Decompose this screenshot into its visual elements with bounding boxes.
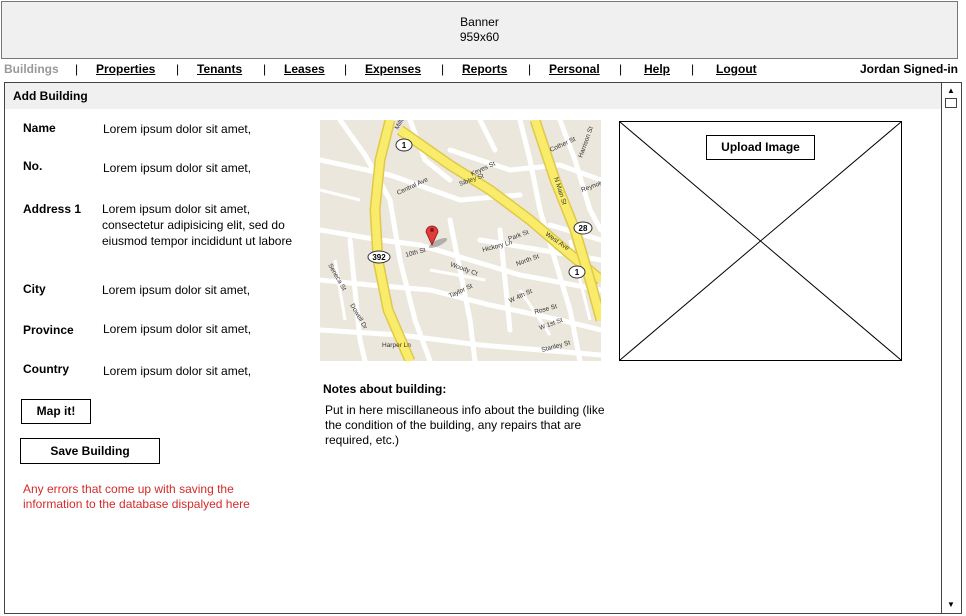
scroll-down-icon[interactable]: ▼: [944, 599, 958, 611]
nav-item-properties[interactable]: Properties: [96, 62, 155, 76]
nav-item-reports[interactable]: Reports: [462, 62, 507, 76]
signed-in-user: Jordan Signed-in: [859, 62, 958, 76]
nav-item-buildings[interactable]: Buildings: [4, 62, 59, 76]
number-label: No.: [23, 159, 43, 173]
panel-title: Add Building: [5, 83, 941, 109]
province-label: Province: [23, 323, 74, 337]
banner-size: 959x60: [459, 30, 500, 44]
nav-item-leases[interactable]: Leases: [284, 62, 325, 76]
nav-separator: |: [691, 62, 695, 76]
country-value[interactable]: Lorem ipsum dolor sit amet,: [103, 363, 308, 379]
nav-separator: |: [528, 62, 532, 76]
nav-item-tenants[interactable]: Tenants: [197, 62, 242, 76]
street-map-graphic: 1 28 392 1 Miller Ave Central Ave Sibley…: [320, 120, 601, 361]
banner: Banner 959x60: [1, 1, 958, 59]
route-badge: 28: [579, 224, 588, 233]
nav-item-personal[interactable]: Personal: [549, 62, 600, 76]
nav-separator: |: [344, 62, 348, 76]
notes-text[interactable]: Put in here miscillaneous info about the…: [325, 403, 605, 448]
nav-separator: |: [441, 62, 445, 76]
location-map[interactable]: 1 28 392 1 Miller Ave Central Ave Sibley…: [320, 120, 601, 361]
route-badge: 392: [372, 253, 386, 262]
nav-separator: |: [619, 62, 623, 76]
nav-item-expenses[interactable]: Expenses: [365, 62, 421, 76]
nav-item-logout[interactable]: Logout: [716, 62, 757, 76]
map-it-button[interactable]: Map it!: [21, 399, 91, 424]
banner-title: Banner: [460, 15, 499, 29]
nav-separator: |: [75, 62, 79, 76]
province-value[interactable]: Lorem ipsum dolor sit amet,: [103, 321, 308, 337]
nav-item-help[interactable]: Help: [644, 62, 670, 76]
name-value[interactable]: Lorem ipsum dolor sit amet,: [103, 121, 308, 137]
add-building-panel: Add Building ▲ ▼ Name Lorem ipsum dolor …: [4, 82, 962, 614]
address-1-label: Address 1: [23, 202, 82, 216]
nav-separator: |: [176, 62, 180, 76]
street-label: Harper Ln: [382, 342, 411, 349]
address-1-value[interactable]: Lorem ipsum dolor sit amet, consectetur …: [102, 201, 307, 249]
upload-image-button[interactable]: Upload Image: [706, 135, 815, 160]
scroll-thumb[interactable]: [945, 98, 957, 108]
nav-separator: |: [263, 62, 267, 76]
save-building-button[interactable]: Save Building: [20, 438, 160, 464]
route-badge: 1: [402, 141, 407, 150]
number-value[interactable]: Lorem ipsum dolor sit amet,: [103, 160, 308, 176]
name-label: Name: [23, 121, 56, 135]
city-value[interactable]: Lorem ipsum dolor sit amet,: [102, 282, 307, 298]
country-label: Country: [23, 362, 69, 376]
notes-heading: Notes about building:: [323, 382, 447, 396]
main-nav: Buildings | Properties | Tenants | Lease…: [0, 60, 966, 80]
route-badge: 1: [575, 268, 580, 277]
building-image-placeholder: Upload Image: [619, 121, 902, 361]
scroll-up-icon[interactable]: ▲: [944, 85, 958, 97]
error-message: Any errors that come up with saving the …: [23, 482, 250, 511]
vertical-scrollbar[interactable]: ▲ ▼: [941, 83, 961, 613]
city-label: City: [23, 282, 46, 296]
